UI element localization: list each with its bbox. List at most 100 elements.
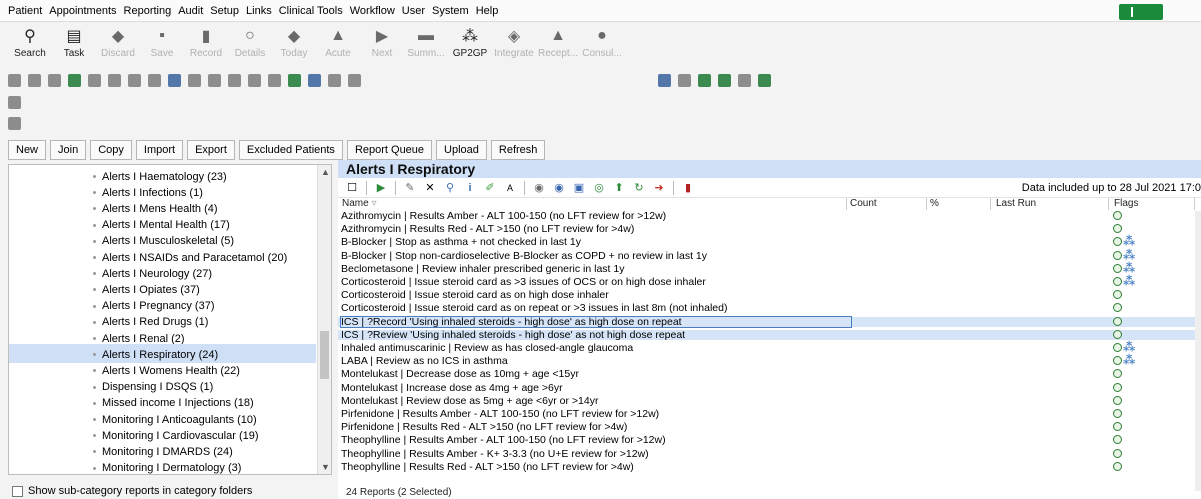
tool-icon[interactable] [208, 73, 221, 87]
tool-icon[interactable] [8, 73, 21, 87]
column-header-percent[interactable]: % [930, 198, 939, 210]
table-row[interactable]: Theophylline | Results Amber - ALT 100-1… [338, 435, 1201, 446]
schedule-icon[interactable]: ◎ [593, 182, 605, 194]
search-icon[interactable]: ⚲ [444, 182, 456, 194]
menu-item-system[interactable]: System [432, 5, 469, 17]
tool-icon[interactable] [8, 116, 21, 130]
tool-icon[interactable] [758, 73, 771, 87]
upload-icon[interactable]: ⬆ [613, 182, 625, 194]
tool-icon[interactable] [188, 73, 201, 87]
subcategory-option[interactable]: Show sub-category reports in category fo… [12, 485, 252, 497]
export-icon[interactable]: ▣ [573, 182, 585, 194]
recept-button[interactable]: ▲ Recept... [536, 23, 580, 68]
table-row[interactable]: ICS | ?Review 'Using inhaled steroids - … [338, 330, 1201, 340]
table-row[interactable]: Azithromycin | Results Red - ALT >150 (n… [338, 224, 1201, 234]
font-icon[interactable]: A [504, 182, 516, 194]
menu-item-reporting[interactable]: Reporting [124, 5, 172, 17]
new-report-icon[interactable]: ☐ [346, 182, 358, 194]
menu-item-user[interactable]: User [402, 5, 425, 17]
table-row[interactable]: Corticosteroid | Issue steroid card as >… [338, 275, 1201, 287]
tool-icon[interactable] [8, 95, 21, 109]
save-button[interactable]: ▪ Save [140, 23, 184, 68]
task-button[interactable]: ▤ Task [52, 23, 96, 68]
copy-button[interactable]: Copy [90, 140, 132, 160]
record-button[interactable]: ▮ Record [184, 23, 228, 68]
table-row[interactable]: Montelukast | Increase dose as 4mg + age… [338, 382, 1201, 393]
reports-scrollbar[interactable] [1195, 211, 1201, 491]
table-row[interactable]: Montelukast | Review dose as 5mg + age <… [338, 396, 1201, 406]
join-button[interactable]: Join [50, 140, 87, 160]
export-button[interactable]: Export [187, 140, 235, 160]
copy-to-icon[interactable]: ◉ [553, 182, 565, 194]
table-row[interactable]: ICS | ?Record 'Using inhaled steroids - … [338, 315, 1201, 328]
report-queue-button[interactable]: Report Queue [346, 140, 433, 160]
scroll-down-icon[interactable]: ▼ [321, 462, 330, 472]
new-button[interactable]: New [8, 140, 47, 160]
edit-icon[interactable]: ✎ [404, 182, 416, 194]
tool-icon[interactable] [288, 73, 301, 87]
tool-icon[interactable] [88, 73, 101, 87]
tool-icon[interactable] [328, 73, 341, 87]
menu-item-setup[interactable]: Setup [210, 5, 239, 17]
details-button[interactable]: ○ Details [228, 23, 272, 68]
table-row[interactable]: Corticosteroid | Issue steroid card as o… [338, 303, 1201, 314]
today-button[interactable]: ◆ Today [272, 23, 316, 68]
search-button[interactable]: ⚲ Search [8, 23, 52, 68]
column-header-last-run[interactable]: Last Run [996, 198, 1036, 210]
table-row[interactable]: Montelukast | Decrease dose as 10mg + ag… [338, 369, 1201, 380]
tool-icon[interactable] [268, 73, 281, 87]
report-category-tree[interactable]: ▲ ▼ Alerts I Haematology (23) Alerts I In… [8, 164, 332, 475]
table-row[interactable]: Azithromycin | Results Amber - ALT 100-1… [338, 211, 1201, 221]
app-status-indicator[interactable] [1119, 4, 1163, 20]
menu-item-audit[interactable]: Audit [178, 5, 203, 17]
menu-item-links[interactable]: Links [246, 5, 272, 17]
tool-icon[interactable] [658, 73, 671, 87]
menu-item-clinical-tools[interactable]: Clinical Tools [279, 5, 343, 17]
menu-item-workflow[interactable]: Workflow [350, 5, 395, 17]
column-header-flags[interactable]: Flags [1114, 198, 1138, 210]
refresh-button[interactable]: Refresh [490, 140, 546, 160]
subcategory-checkbox[interactable] [12, 485, 23, 497]
tool-icon[interactable] [248, 73, 261, 87]
table-row[interactable]: Corticosteroid | Issue steroid card as o… [338, 290, 1201, 300]
tree-item[interactable]: Monitoring I Dermatology (3) [93, 459, 241, 474]
column-header-name[interactable]: Name ▿ [342, 198, 377, 210]
scroll-thumb[interactable] [320, 331, 329, 379]
consul-button[interactable]: ● Consul... [580, 23, 624, 68]
next-button[interactable]: ▶ Next [360, 23, 404, 68]
table-row[interactable]: Pirfenidone | Results Amber - ALT 100-15… [338, 409, 1201, 419]
table-row[interactable]: LABA | Review as no ICS in asthma ⁂ [338, 354, 1201, 366]
table-row[interactable]: Theophylline | Results Amber - K+ 3-3.3 … [338, 448, 1201, 459]
copy-icon[interactable]: ◉ [533, 182, 545, 194]
tool-icon[interactable] [228, 73, 241, 87]
tool-icon[interactable] [348, 73, 361, 87]
tree-scrollbar[interactable]: ▲ ▼ [317, 165, 331, 474]
tool-icon[interactable] [48, 73, 61, 87]
menu-item-appointments[interactable]: Appointments [49, 5, 116, 17]
import-button[interactable]: Import [135, 140, 184, 160]
tool-icon[interactable] [308, 73, 321, 87]
column-header-count[interactable]: Count [850, 198, 877, 210]
table-row[interactable]: Pirfenidone | Results Red - ALT >150 (no… [338, 422, 1201, 432]
info-icon[interactable]: i [464, 182, 476, 194]
delete-icon[interactable]: ✕ [424, 182, 436, 194]
integrate-button[interactable]: ◈ Integrate [492, 23, 536, 68]
upload-button[interactable]: Upload [436, 140, 487, 160]
table-row[interactable]: B-Blocker | Stop non-cardioselective B-B… [338, 249, 1201, 261]
table-row[interactable]: Theophylline | Results Red - ALT >150 (n… [338, 462, 1201, 472]
highlighter-icon[interactable]: ✐ [484, 182, 496, 194]
summ-button[interactable]: ▬ Summ... [404, 23, 448, 68]
table-row[interactable]: B-Blocker | Stop as asthma + not checked… [338, 235, 1201, 247]
tool-icon[interactable] [738, 73, 751, 87]
tool-icon[interactable] [718, 73, 731, 87]
tool-icon[interactable] [128, 73, 141, 87]
tool-icon[interactable] [148, 73, 161, 87]
menu-item-help[interactable]: Help [476, 5, 499, 17]
tool-icon[interactable] [678, 73, 691, 87]
gp2gp-button[interactable]: ⁂ GP2GP [448, 23, 492, 68]
acute-button[interactable]: ▲ Acute [316, 23, 360, 68]
tool-icon[interactable] [68, 73, 81, 87]
discard-button[interactable]: ◆ Discard [96, 23, 140, 68]
tool-icon[interactable] [108, 73, 121, 87]
excluded-patients-button[interactable]: Excluded Patients [238, 140, 343, 160]
